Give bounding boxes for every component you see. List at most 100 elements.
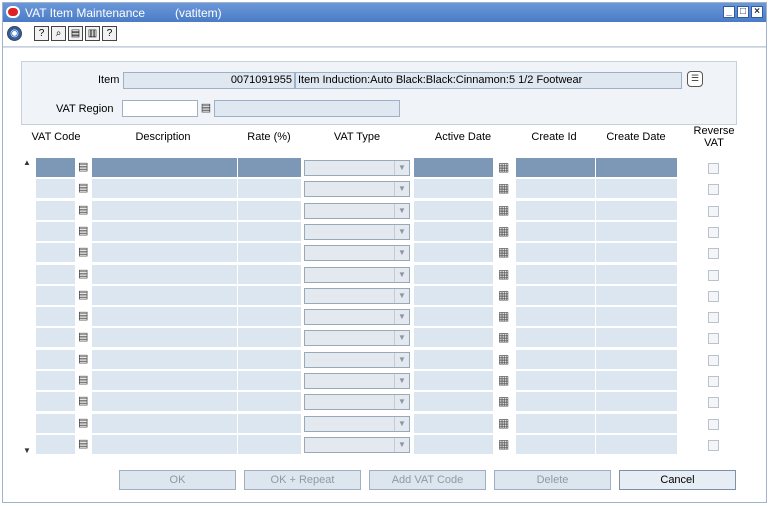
chevron-down-icon[interactable]: ▼ [394, 416, 409, 431]
description-cell[interactable] [92, 434, 238, 455]
active-date-cell[interactable] [414, 200, 494, 221]
vat-type-cell[interactable]: ▼ [302, 264, 414, 285]
active-date-cal-cell[interactable]: ▦ [494, 434, 516, 455]
reverse-vat-cell[interactable] [678, 413, 748, 434]
scroll-down-icon[interactable]: ▼ [23, 446, 31, 455]
create-id-cell[interactable] [516, 285, 596, 306]
rate-cell[interactable] [238, 307, 302, 328]
reverse-vat-cell[interactable] [678, 158, 748, 178]
active-date-cell[interactable] [414, 328, 494, 349]
rate-cell[interactable] [238, 264, 302, 285]
description-cell[interactable] [92, 285, 238, 306]
vat-code-lov-cell[interactable]: ▤ [76, 434, 92, 455]
active-date-cal-cell[interactable]: ▦ [494, 285, 516, 306]
create-date-cell[interactable] [596, 349, 678, 370]
add-vat-code-button[interactable]: Add VAT Code [369, 470, 486, 490]
vat-type-cell[interactable]: ▼ [302, 243, 414, 264]
description-cell[interactable] [92, 413, 238, 434]
vat-type-cell[interactable]: ▼ [302, 328, 414, 349]
active-date-cell[interactable] [414, 349, 494, 370]
reverse-vat-cell[interactable] [678, 307, 748, 328]
vat-code-lov-cell[interactable]: ▤ [76, 349, 92, 370]
rate-cell[interactable] [238, 349, 302, 370]
vat-code-lov-cell[interactable]: ▤ [76, 371, 92, 391]
vat-type-dropdown[interactable]: ▼ [304, 181, 410, 198]
vat-type-cell[interactable]: ▼ [302, 221, 414, 242]
calendar-icon[interactable]: ▦ [498, 288, 509, 302]
reverse-vat-checkbox[interactable] [708, 354, 719, 366]
lov-icon[interactable]: ▤ [78, 288, 88, 301]
chevron-down-icon[interactable]: ▼ [394, 224, 409, 239]
rate-cell[interactable] [238, 434, 302, 455]
reverse-vat-checkbox[interactable] [708, 163, 719, 174]
minimize-icon[interactable]: _ [723, 6, 735, 18]
create-id-cell[interactable] [516, 264, 596, 285]
lov-icon[interactable]: ▤ [78, 309, 88, 322]
cancel-button[interactable]: Cancel [619, 470, 736, 490]
calendar-icon[interactable]: ▦ [498, 309, 509, 323]
calendar-icon[interactable]: ▦ [498, 203, 509, 217]
create-date-cell[interactable] [596, 179, 678, 200]
create-date-cell[interactable] [596, 371, 678, 391]
create-date-cell[interactable] [596, 285, 678, 306]
vat-code-cell[interactable] [36, 285, 76, 306]
reverse-vat-checkbox[interactable] [708, 312, 719, 324]
vat-type-dropdown[interactable]: ▼ [304, 351, 410, 368]
create-date-cell[interactable] [596, 264, 678, 285]
active-date-cal-cell[interactable]: ▦ [494, 349, 516, 370]
calendar-icon[interactable]: ▦ [498, 416, 509, 430]
create-id-cell[interactable] [516, 307, 596, 328]
vat-code-cell[interactable] [36, 221, 76, 242]
vat-type-cell[interactable]: ▼ [302, 349, 414, 370]
vat-type-dropdown[interactable]: ▼ [304, 330, 410, 347]
vat-code-cell[interactable] [36, 200, 76, 221]
reverse-vat-checkbox[interactable] [708, 184, 719, 196]
create-id-cell[interactable] [516, 158, 596, 178]
save-icon[interactable]: ▤ [68, 26, 83, 41]
description-cell[interactable] [92, 349, 238, 370]
vat-type-dropdown[interactable]: ▼ [304, 287, 410, 304]
reverse-vat-checkbox[interactable] [708, 226, 719, 238]
chevron-down-icon[interactable]: ▼ [394, 310, 409, 325]
vat-type-cell[interactable]: ▼ [302, 434, 414, 455]
active-date-cell[interactable] [414, 243, 494, 264]
reverse-vat-checkbox[interactable] [708, 376, 719, 387]
vat-code-lov-cell[interactable]: ▤ [76, 221, 92, 242]
reverse-vat-checkbox[interactable] [708, 205, 719, 217]
active-date-cell[interactable] [414, 413, 494, 434]
vat-type-cell[interactable]: ▼ [302, 285, 414, 306]
vat-region-lov-icon[interactable]: ▤ [199, 101, 213, 116]
description-cell[interactable] [92, 392, 238, 413]
vat-type-dropdown[interactable]: ▼ [304, 436, 410, 453]
chevron-down-icon[interactable]: ▼ [394, 437, 409, 452]
reverse-vat-cell[interactable] [678, 434, 748, 455]
chevron-down-icon[interactable]: ▼ [394, 182, 409, 197]
calendar-icon[interactable]: ▦ [498, 394, 509, 408]
active-date-cal-cell[interactable]: ▦ [494, 158, 516, 178]
lov-icon[interactable]: ▤ [78, 181, 88, 194]
active-date-cal-cell[interactable]: ▦ [494, 221, 516, 242]
scroll-up-icon[interactable]: ▲ [23, 158, 31, 167]
vat-code-cell[interactable] [36, 349, 76, 370]
create-date-cell[interactable] [596, 413, 678, 434]
reverse-vat-cell[interactable] [678, 392, 748, 413]
description-cell[interactable] [92, 200, 238, 221]
create-date-cell[interactable] [596, 328, 678, 349]
calendar-icon[interactable]: ▦ [498, 267, 509, 281]
create-id-cell[interactable] [516, 200, 596, 221]
vat-code-lov-cell[interactable]: ▤ [76, 243, 92, 264]
description-cell[interactable] [92, 221, 238, 242]
delete-button[interactable]: Delete [494, 470, 611, 490]
create-id-cell[interactable] [516, 392, 596, 413]
create-id-cell[interactable] [516, 434, 596, 455]
rate-cell[interactable] [238, 285, 302, 306]
calendar-icon[interactable]: ▦ [498, 330, 509, 344]
reverse-vat-cell[interactable] [678, 221, 748, 242]
lov-icon[interactable]: ▤ [78, 416, 88, 429]
item-number-field[interactable]: 0071091955 [123, 72, 295, 89]
lov-icon[interactable]: ▤ [78, 203, 88, 216]
active-date-cell[interactable] [414, 221, 494, 242]
chevron-down-icon[interactable]: ▼ [394, 246, 409, 261]
reverse-vat-checkbox[interactable] [708, 397, 719, 409]
description-cell[interactable] [92, 371, 238, 391]
